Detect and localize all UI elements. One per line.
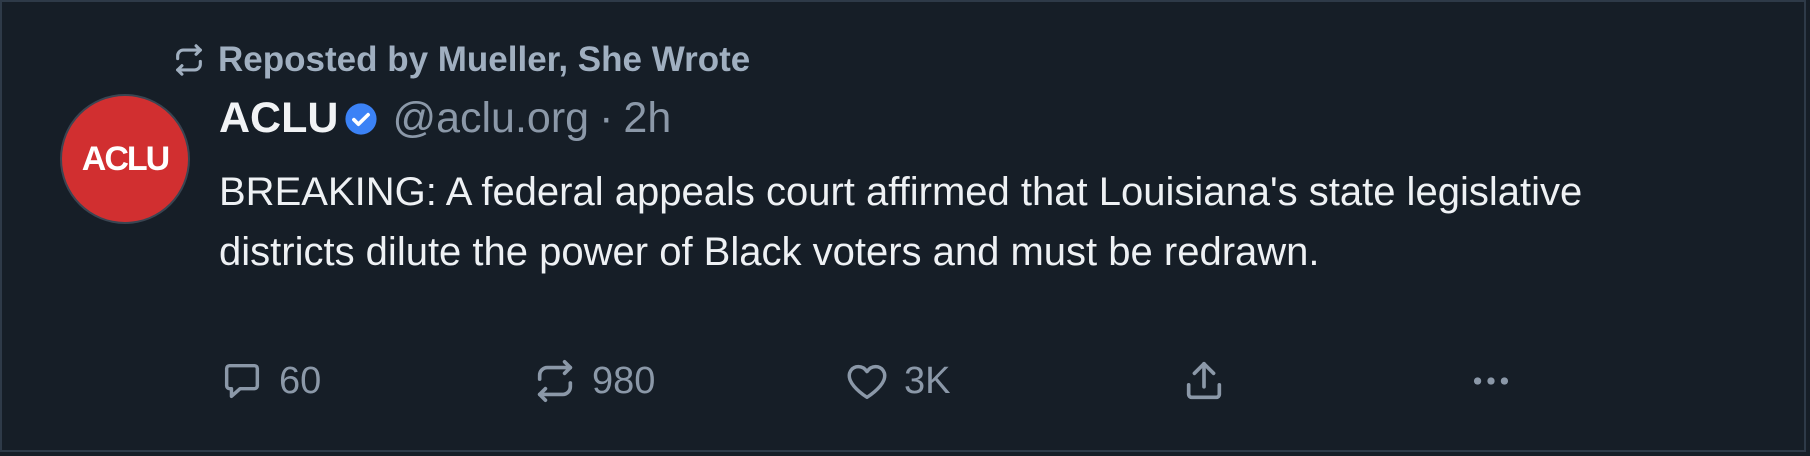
repost-icon (532, 358, 578, 404)
more-options-button[interactable] (1468, 358, 1528, 404)
repost-button[interactable]: 980 (532, 358, 655, 404)
post-card[interactable]: Reposted by Mueller, She Wrote ACLU ACLU… (0, 0, 1806, 452)
repost-indicator[interactable]: Reposted by Mueller, She Wrote (172, 40, 750, 80)
author-display-name[interactable]: ACLU (219, 94, 338, 143)
post-header: ACLU @aclu.org · 2h (219, 94, 671, 143)
avatar-logo-text: ACLU (81, 139, 170, 178)
reply-icon (219, 358, 265, 404)
action-bar: 60 980 3K (2, 358, 1804, 410)
repost-label: Reposted by Mueller, She Wrote (218, 40, 751, 79)
author-handle[interactable]: @aclu.org (392, 94, 589, 143)
reply-button[interactable]: 60 (219, 358, 321, 404)
post-text: BREAKING: A federal appeals court affirm… (219, 170, 1583, 274)
repost-icon (172, 43, 206, 77)
share-icon (1181, 358, 1227, 404)
post-timestamp[interactable]: 2h (623, 94, 671, 143)
like-button[interactable]: 3K (844, 358, 950, 404)
share-button[interactable] (1181, 358, 1241, 404)
header-separator: · (599, 94, 614, 142)
heart-icon (844, 358, 890, 404)
more-icon (1468, 358, 1514, 404)
verified-badge-icon (344, 102, 378, 136)
reply-count: 60 (279, 359, 322, 402)
like-count: 3K (904, 359, 951, 402)
avatar[interactable]: ACLU (62, 96, 188, 222)
repost-count: 980 (592, 359, 656, 402)
